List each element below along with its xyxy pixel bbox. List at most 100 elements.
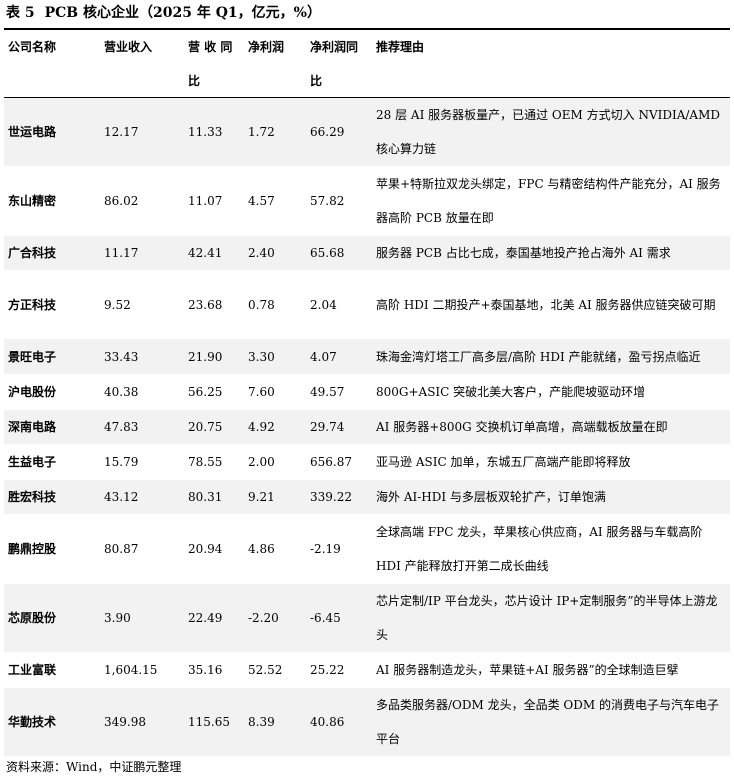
net-profit-yoy-cell: 65.68 — [308, 235, 376, 271]
pcb-companies-table: 公司名称 营业收入营 收 同比净利润 净利润同比推荐理由 世运电路 12.17 11.3… — [4, 30, 730, 756]
net-profit-cell: 2.40 — [246, 235, 308, 271]
revenue-cell: 1,604.15 — [102, 652, 186, 688]
header-revenue-yoy-line1: 营 收 同 — [188, 40, 233, 54]
table-row: 鹏鼎控股 80.87 20.94 4.86 -2.19 全球高端 FPC 龙头，苹果核心供… — [4, 514, 730, 584]
table-row: 景旺电子 33.43 21.90 3.30 4.07 珠海金湾灯塔工厂高多层/高阶 HDI… — [4, 338, 730, 375]
company-name: 广合科技 — [4, 235, 102, 271]
reason-cell: 全球高端 FPC 龙头，苹果核心供应商，AI 服务器与车载高阶 HDI 产能释放… — [376, 514, 730, 584]
reason-cell: AI 服务器制造龙头，苹果链+AI 服务器”的全球制造巨擘 — [376, 652, 730, 688]
net-profit-cell: 52.52 — [246, 652, 308, 688]
net-profit-yoy-cell: 49.57 — [308, 374, 376, 410]
company-name: 鹏鼎控股 — [4, 514, 102, 584]
revenue-cell: 12.17 — [102, 98, 186, 167]
net-profit-cell: 1.72 — [246, 98, 308, 167]
net-profit-cell: 9.21 — [246, 479, 308, 515]
company-name: 华勤技术 — [4, 687, 102, 756]
table-row: 方正科技 9.52 23.68 0.78 2.04 高阶 HDI 二期投产+泰国基地，北美… — [4, 270, 730, 339]
revenue-cell: 3.90 — [102, 583, 186, 653]
reason-cell: 亚马逊 ASIC 加单，东城五厂高端产能即将释放 — [376, 444, 730, 480]
reason-cell: 海外 AI-HDI 与多层板双轮扩产，订单饱满 — [376, 479, 730, 515]
net-profit-yoy-cell: 4.07 — [308, 338, 376, 375]
company-name: 世运电路 — [4, 98, 102, 167]
revenue-yoy-cell: 20.75 — [186, 409, 246, 445]
revenue-yoy-cell: 11.07 — [186, 166, 246, 236]
reason-cell: 800G+ASIC 突破北美大客户，产能爬坡驱动环增 — [376, 374, 730, 410]
net-profit-yoy-cell: 66.29 — [308, 98, 376, 167]
net-profit-cell: 4.86 — [246, 514, 308, 584]
revenue-cell: 33.43 — [102, 338, 186, 375]
net-profit-yoy-cell: -2.19 — [308, 514, 376, 584]
company-name: 东山精密 — [4, 166, 102, 236]
table-row: 广合科技 11.17 42.41 2.40 65.68 服务器 PCB 占比七成，泰国基地… — [4, 235, 730, 271]
table-row: 芯原股份 3.90 22.49 -2.20 -6.45 芯片定制/IP 平台龙头，芯片设计… — [4, 583, 730, 653]
table-body: 世运电路 12.17 11.33 1.72 66.29 28 层 AI 服务器板量产，已通… — [4, 98, 730, 756]
net-profit-yoy-cell: 2.04 — [308, 270, 376, 339]
revenue-cell: 80.87 — [102, 514, 186, 584]
company-name: 方正科技 — [4, 270, 102, 339]
revenue-cell: 43.12 — [102, 479, 186, 515]
revenue-cell: 9.52 — [102, 270, 186, 339]
header-row: 公司名称 营业收入营 收 同比净利润 净利润同比推荐理由 — [4, 30, 730, 98]
company-name: 工业富联 — [4, 652, 102, 688]
source-note: 资料来源：Wind，中证鹏元整理 — [6, 760, 182, 774]
company-name: 深南电路 — [4, 409, 102, 445]
table-row: 世运电路 12.17 11.33 1.72 66.29 28 层 AI 服务器板量产，已通… — [4, 98, 730, 167]
table-row: 胜宏科技 43.12 80.31 9.21 339.22 海外 AI-HDI 与多层板双轮… — [4, 479, 730, 515]
net-profit-yoy-cell: 25.22 — [308, 652, 376, 688]
table-caption: 表 5 PCB 核心企业（2025 年 Q1，亿元，%） — [6, 1, 321, 25]
table-title: PCB 核心企业（2025 年 Q1，亿元，%） — [44, 5, 321, 21]
revenue-yoy-cell: 35.16 — [186, 652, 246, 688]
net-profit-cell: -2.20 — [246, 583, 308, 653]
net-profit-cell: 2.00 — [246, 444, 308, 480]
table-row: 生益电子 15.79 78.55 2.00 656.87 亚马逊 ASIC 加单，东城五厂… — [4, 444, 730, 480]
revenue-yoy-cell: 11.33 — [186, 98, 246, 167]
header-net-profit-yoy: 净利润同比 — [308, 30, 376, 98]
revenue-yoy-cell: 42.41 — [186, 235, 246, 271]
revenue-yoy-cell: 21.90 — [186, 338, 246, 375]
header-net-profit-yoy-line1: 净利润同 — [310, 40, 359, 54]
revenue-yoy-cell: 80.31 — [186, 479, 246, 515]
header-net-profit-line1: 净利润 — [248, 40, 285, 54]
net-profit-cell: 0.78 — [246, 270, 308, 339]
company-name: 芯原股份 — [4, 583, 102, 653]
company-name: 生益电子 — [4, 444, 102, 480]
header-reason: 推荐理由 — [376, 30, 730, 98]
table-row: 工业富联 1,604.15 35.16 52.52 25.22 AI 服务器制造龙头，苹果… — [4, 652, 730, 688]
header-revenue: 营业收入 — [102, 30, 186, 98]
revenue-yoy-cell: 56.25 — [186, 374, 246, 410]
company-name: 景旺电子 — [4, 338, 102, 375]
table-row: 沪电股份 40.38 56.25 7.60 49.57 800G+ASIC 突破北美大客户… — [4, 374, 730, 410]
table-number: 表 5 — [6, 5, 35, 21]
net-profit-cell: 7.60 — [246, 374, 308, 410]
net-profit-cell: 4.57 — [246, 166, 308, 236]
header-company: 公司名称 — [4, 30, 102, 98]
revenue-yoy-cell: 23.68 — [186, 270, 246, 339]
net-profit-yoy-cell: 656.87 — [308, 444, 376, 480]
revenue-yoy-cell: 20.94 — [186, 514, 246, 584]
reason-cell: 苹果+特斯拉双龙头绑定，FPC 与精密结构件产能充分，AI 服务器高阶 PCB … — [376, 166, 730, 236]
reason-cell: AI 服务器+800G 交换机订单高增，高端载板放量在即 — [376, 409, 730, 445]
company-name: 沪电股份 — [4, 374, 102, 410]
reason-cell: 多品类服务器/ODM 龙头，全品类 ODM 的消费电子与汽车电子平台 — [376, 687, 730, 756]
table-row: 深南电路 47.83 20.75 4.92 29.74 AI 服务器+800G 交换机订单… — [4, 409, 730, 445]
revenue-cell: 47.83 — [102, 409, 186, 445]
header-revenue-yoy: 营 收 同比 — [186, 30, 246, 98]
reason-cell: 28 层 AI 服务器板量产，已通过 OEM 方式切入 NVIDIA/AMD 核… — [376, 98, 730, 167]
revenue-cell: 40.38 — [102, 374, 186, 410]
reason-cell: 珠海金湾灯塔工厂高多层/高阶 HDI 产能就绪，盈亏拐点临近 — [376, 338, 730, 375]
reason-cell: 芯片定制/IP 平台龙头，芯片设计 IP+定制服务”的半导体上游龙头 — [376, 583, 730, 653]
header-revenue-line1: 营业收入 — [104, 40, 153, 54]
net-profit-yoy-cell: -6.45 — [308, 583, 376, 653]
net-profit-cell: 4.92 — [246, 409, 308, 445]
revenue-yoy-cell: 115.65 — [186, 687, 246, 756]
header-net-profit: 净利润 — [246, 30, 308, 98]
header-company-line1: 公司名称 — [8, 40, 57, 54]
revenue-cell: 349.98 — [102, 687, 186, 756]
table-row: 东山精密 86.02 11.07 4.57 57.82 苹果+特斯拉双龙头绑定，FPC 与… — [4, 166, 730, 236]
revenue-yoy-cell: 22.49 — [186, 583, 246, 653]
header-reason-line1: 推荐理由 — [376, 40, 425, 54]
company-name: 胜宏科技 — [4, 479, 102, 515]
header-net-profit-yoy-line2: 比 — [310, 74, 323, 88]
header-revenue-yoy-line2: 比 — [188, 74, 201, 88]
reason-cell: 服务器 PCB 占比七成，泰国基地投产抢占海外 AI 需求 — [376, 235, 730, 271]
